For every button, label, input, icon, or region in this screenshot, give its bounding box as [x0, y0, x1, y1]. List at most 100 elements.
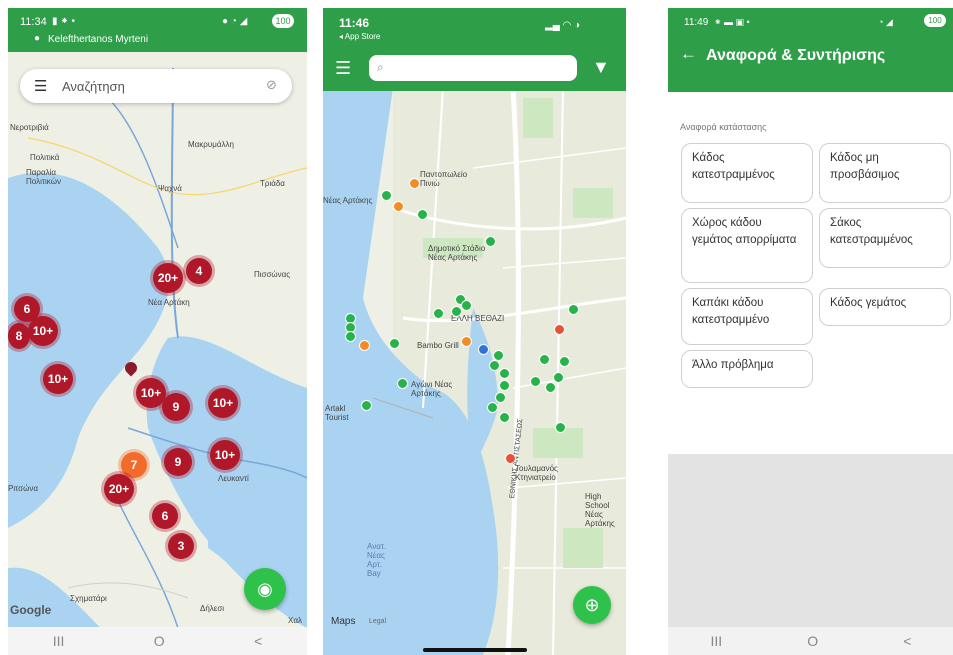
recent-apps-button[interactable]: III: [53, 633, 65, 649]
home-button[interactable]: O: [154, 633, 165, 649]
option-damaged-bin[interactable]: Κάδος κατεστραμμένος: [681, 143, 813, 203]
poi-marker-icon[interactable]: [409, 178, 420, 189]
status-time: 11:49: [684, 17, 709, 28]
option-damaged-bag[interactable]: Σάκος κατεστραμμένος: [819, 208, 951, 268]
map-label: Δήλεσι: [200, 604, 225, 613]
map-cluster[interactable]: 10+: [43, 364, 73, 394]
bin-pin[interactable]: [487, 402, 498, 413]
map-label: Σχηματάρι: [70, 594, 107, 603]
map-label: Παραλία Πολιτικών: [26, 168, 61, 186]
bin-pin[interactable]: [530, 376, 541, 387]
map-label: Πολιτικά: [30, 153, 60, 162]
recent-apps-button[interactable]: III: [711, 633, 723, 649]
user-name: Kelefthertanos Myrteni: [48, 34, 149, 45]
signal-icons: ● ◔ ◢: [222, 16, 248, 27]
back-button[interactable]: <: [254, 633, 262, 649]
option-damaged-lid[interactable]: Καπάκι κάδου κατεστραμμένο: [681, 288, 813, 345]
android-nav-bar: III O <: [8, 627, 307, 655]
bin-pin[interactable]: [559, 356, 570, 367]
option-inaccessible-bin[interactable]: Κάδος μη προσβάσιμος: [819, 143, 951, 203]
bin-pin[interactable]: [545, 382, 556, 393]
map-cluster[interactable]: 4: [186, 258, 212, 284]
bin-pin[interactable]: [555, 422, 566, 433]
map-label: Χαλ: [288, 616, 302, 625]
search-input[interactable]: Αναζήτηση: [62, 79, 125, 94]
header-bar: 11:46 ◂ App Store ▂▄ ◠ ◑ ☰ ⌕ ▼: [323, 8, 626, 91]
menu-icon[interactable]: ☰: [335, 58, 351, 79]
status-bar: 11:34 ▮ ⁕ • ● ◔ ◢ 100 ● Kelefthertanos M…: [8, 8, 307, 52]
poi-marker-icon[interactable]: [397, 378, 408, 389]
menu-icon[interactable]: ☰: [34, 77, 47, 95]
search-icon: ⌕: [377, 60, 384, 74]
map-cluster[interactable]: 9: [162, 393, 190, 421]
poi-label: Αγώνι Νέας Αρτάκης: [411, 380, 453, 398]
search-input[interactable]: ⌕: [369, 55, 577, 81]
poi-label: Νέας Αρτάκης: [323, 196, 373, 205]
map-label: Τριάδα: [260, 179, 285, 188]
map-cluster[interactable]: 10+: [208, 388, 238, 418]
bin-pin[interactable]: [461, 300, 472, 311]
bin-pin[interactable]: [499, 380, 510, 391]
back-button[interactable]: <: [903, 633, 911, 649]
my-location-button[interactable]: ⊕: [573, 586, 611, 624]
back-arrow-icon[interactable]: ←: [680, 44, 697, 64]
map-cluster[interactable]: 9: [164, 448, 192, 476]
bin-pin[interactable]: [495, 392, 506, 403]
filter-off-icon[interactable]: ⊘: [266, 77, 277, 93]
google-logo: Google: [10, 603, 52, 617]
user-icon: ●: [34, 33, 41, 44]
bin-pin[interactable]: [451, 306, 462, 317]
bin-pin[interactable]: [345, 331, 356, 342]
bin-pin[interactable]: [478, 344, 489, 355]
map-label: Ριτσώνα: [8, 484, 38, 493]
bay-label: Ανατ. Νέας Αρτ. Bay: [367, 542, 387, 578]
back-to-app-link[interactable]: ◂ App Store: [339, 32, 380, 41]
bin-pin[interactable]: [499, 368, 510, 379]
home-indicator: [423, 648, 527, 652]
option-other-problem[interactable]: Άλλο πρόβλημα: [681, 350, 813, 388]
bin-pin[interactable]: [553, 372, 564, 383]
notification-icons: ⁕ ▬ ▣ •: [714, 17, 750, 27]
poi-marker-icon[interactable]: [461, 336, 472, 347]
phone-map-clusters: 11:34 ▮ ⁕ • ● ◔ ◢ 100 ● Kelefthertanos M…: [8, 8, 307, 655]
bin-pin[interactable]: [499, 412, 510, 423]
map-cluster[interactable]: 6: [152, 503, 178, 529]
battery-icon: 100: [924, 14, 946, 27]
bin-pin[interactable]: [417, 209, 428, 220]
map-label: Νεροτριβιά: [10, 123, 49, 132]
map-cluster[interactable]: 8: [8, 323, 30, 349]
poi-marker-icon[interactable]: [361, 400, 372, 411]
bin-pin[interactable]: [433, 308, 444, 319]
map-cluster[interactable]: 7: [121, 452, 147, 478]
search-bar[interactable]: ☰ Αναζήτηση ⊘: [20, 69, 292, 103]
bin-pin[interactable]: [389, 338, 400, 349]
option-full-bin[interactable]: Κάδος γεμάτος: [819, 288, 951, 326]
bin-pin[interactable]: [485, 236, 496, 247]
my-location-button[interactable]: ◉: [244, 568, 286, 610]
map-cluster[interactable]: 3: [168, 533, 194, 559]
android-nav-bar: III O <: [668, 627, 953, 655]
bin-pin[interactable]: [554, 324, 565, 335]
legal-link[interactable]: Legal: [369, 618, 386, 625]
map-cluster[interactable]: 10+: [28, 316, 58, 346]
map-label: Νέα Αρτάκη: [148, 298, 190, 307]
map-label: Μακρυμάλλη: [188, 140, 234, 149]
status-time: 11:34: [20, 16, 47, 28]
apple-maps-logo: Maps: [331, 616, 356, 627]
map-label: Ψαχνά: [158, 184, 182, 193]
bin-pin[interactable]: [489, 360, 500, 371]
map-cluster[interactable]: 20+: [153, 263, 183, 293]
home-button[interactable]: O: [807, 633, 818, 649]
option-bin-area-full[interactable]: Χώρος κάδου γεμάτος απορρίματα: [681, 208, 813, 283]
map-label: Λευκαντί: [218, 474, 249, 483]
map-cluster[interactable]: 20+: [104, 474, 134, 504]
bin-pin[interactable]: [539, 354, 550, 365]
bin-pin[interactable]: [381, 190, 392, 201]
poi-label: Δημοτικό Στάδιο Νέας Αρτάκης: [428, 244, 486, 262]
bin-pin[interactable]: [393, 201, 404, 212]
poi-marker-icon[interactable]: [505, 453, 516, 464]
map-cluster[interactable]: 10+: [210, 440, 240, 470]
bin-pin[interactable]: [359, 340, 370, 351]
bin-pin[interactable]: [568, 304, 579, 315]
filter-icon[interactable]: ▼: [592, 57, 610, 78]
